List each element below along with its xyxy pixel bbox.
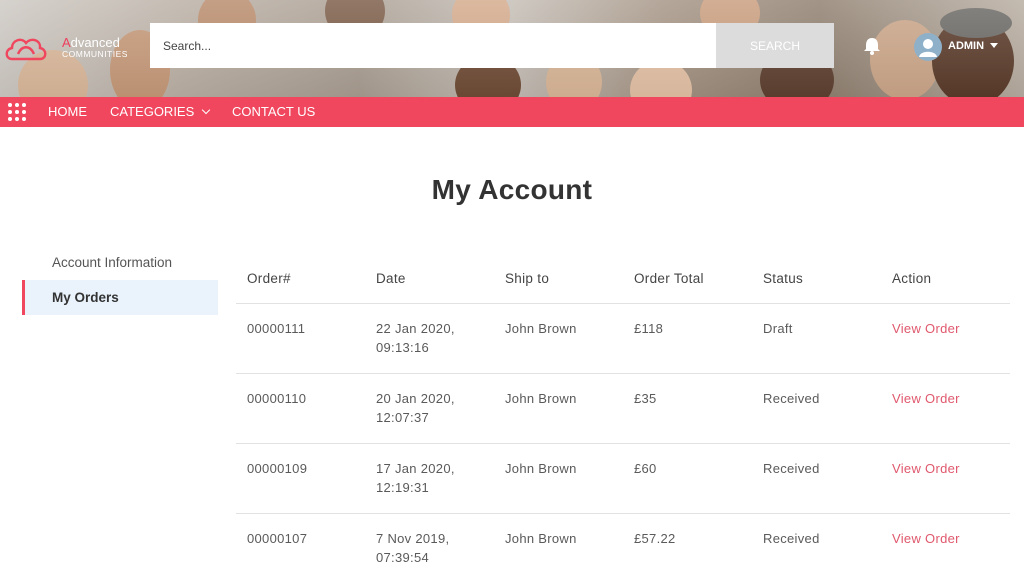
table-row: 00000107 7 Nov 2019, 07:39:54 John Brown … [236,513,1010,579]
order-total: £57.22 [623,513,752,579]
column-header-status: Status [752,254,881,304]
sidebar-item-my-orders[interactable]: My Orders [22,280,218,315]
column-header-date: Date [365,254,494,304]
order-date-line2: 12:07:37 [376,409,430,425]
search-button[interactable]: SEARCH [716,23,834,68]
order-date-line2: 12:19:31 [376,479,430,495]
order-number: 00000109 [236,443,365,514]
order-number: 00000107 [236,513,365,579]
user-name[interactable]: ADMIN [948,40,984,52]
order-date-line1: 7 Nov 2019, [376,530,450,546]
order-date: 20 Jan 2020, 12:07:37 [365,373,494,444]
order-status: Draft [752,303,881,374]
table-row: 00000110 20 Jan 2020, 12:07:37 John Brown… [236,373,1010,444]
order-date-line2: 09:13:16 [376,339,430,355]
order-ship-to: John Brown [494,373,623,444]
column-header-action: Action [881,254,1010,304]
brand-subtitle: COMMUNITIES [62,49,128,59]
avatar[interactable] [914,33,942,61]
column-header-order: Order# [236,254,365,304]
page-title: My Account [431,174,593,205]
order-total: £60 [623,443,752,514]
order-number: 00000110 [236,373,365,444]
order-ship-to: John Brown [494,443,623,514]
order-date: 17 Jan 2020, 12:19:31 [365,443,494,514]
search-input[interactable] [150,23,716,68]
view-order-link-text[interactable]: View Order [892,391,960,406]
brand-logo-text[interactable]: Advanced COMMUNITIES [62,36,128,59]
nav-categories-label: CATEGORIES [110,104,195,119]
view-order-link: View Order [881,373,1010,444]
app-launcher-icon[interactable] [7,102,27,122]
nav-categories[interactable]: CATEGORIES [110,97,211,127]
nav-home[interactable]: HOME [48,97,87,127]
column-header-ship-to: Ship to [494,254,623,304]
view-order-link-text[interactable]: View Order [892,461,960,476]
brand-accent-letter: A [62,35,71,50]
brand-name: dvanced [70,35,120,50]
header-banner: Advanced COMMUNITIES SEARCH ADMIN [0,0,1024,97]
orders-table: Order# Date Ship to Order Total Status A… [236,254,1010,579]
order-date-line1: 20 Jan 2020, [376,390,455,406]
order-date-line1: 17 Jan 2020, [376,460,455,476]
view-order-link: View Order [881,303,1010,374]
caret-down-icon[interactable] [990,43,998,48]
order-status: Received [752,513,881,579]
order-date: 7 Nov 2019, 07:39:54 [365,513,494,579]
order-total: £118 [623,303,752,374]
order-ship-to: John Brown [494,303,623,374]
main-nav: HOME CATEGORIES CONTACT US [0,97,1024,127]
order-number: 00000111 [236,303,365,374]
order-ship-to: John Brown [494,513,623,579]
view-order-link-text[interactable]: View Order [892,321,960,336]
bell-icon[interactable] [861,36,883,56]
table-row: 00000111 22 Jan 2020, 09:13:16 John Brown… [236,303,1010,374]
account-sidebar: Account Information My Orders [22,245,218,315]
view-order-link: View Order [881,513,1010,579]
order-total: £35 [623,373,752,444]
view-order-link: View Order [881,443,1010,514]
nav-contact-us[interactable]: CONTACT US [232,97,315,127]
order-date-line2: 07:39:54 [376,549,430,565]
column-header-order-total: Order Total [623,254,752,304]
avatar-icon [919,39,937,57]
table-header-row: Order# Date Ship to Order Total Status A… [236,254,1010,304]
table-row: 00000109 17 Jan 2020, 12:19:31 John Brown… [236,443,1010,514]
sidebar-item-account-information[interactable]: Account Information [22,245,218,280]
view-order-link-text[interactable]: View Order [892,531,960,546]
order-date-line1: 22 Jan 2020, [376,320,455,336]
chevron-down-icon [202,105,211,115]
order-status: Received [752,443,881,514]
order-status: Received [752,373,881,444]
order-date: 22 Jan 2020, 09:13:16 [365,303,494,374]
